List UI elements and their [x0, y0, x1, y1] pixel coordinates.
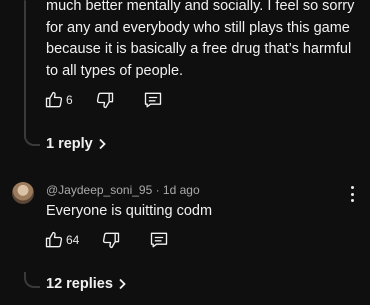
reply-button[interactable] — [143, 90, 163, 110]
dislike-button[interactable] — [95, 90, 115, 110]
like-count: 64 — [66, 233, 80, 247]
view-replies-label: 12 replies — [46, 276, 113, 292]
comment-icon — [144, 92, 161, 108]
view-replies-link[interactable]: 12 replies — [46, 276, 127, 292]
thread-connector — [24, 126, 40, 146]
thread-connector — [24, 272, 40, 288]
comment-text: much better mentally and socially. I fee… — [46, 0, 355, 79]
view-replies-label: 1 reply — [46, 136, 93, 152]
thread-line — [24, 0, 26, 138]
avatar[interactable] — [12, 182, 34, 204]
comment-icon — [151, 232, 168, 248]
dislike-button[interactable] — [101, 230, 121, 250]
more-options-icon[interactable] — [350, 186, 354, 202]
like-count: 6 — [66, 93, 73, 107]
view-replies-link[interactable]: 1 reply — [46, 136, 107, 152]
comment-text: Everyone is quitting codm — [46, 203, 213, 219]
thumbs-down-icon — [96, 92, 113, 109]
like-button[interactable]: 64 — [44, 230, 79, 250]
comment-author-meta[interactable]: @Jaydeep_soni_95 · 1d ago — [46, 183, 200, 197]
comment-actions: 6 — [44, 88, 163, 112]
thumbs-up-icon — [45, 91, 63, 108]
chevron-right-icon — [119, 278, 126, 290]
comment-actions: 64 — [44, 228, 169, 252]
thumbs-up-icon — [45, 231, 63, 248]
like-button[interactable]: 6 — [44, 90, 73, 110]
thumbs-down-icon — [103, 232, 120, 249]
reply-button[interactable] — [149, 230, 169, 250]
chevron-right-icon — [99, 138, 106, 150]
